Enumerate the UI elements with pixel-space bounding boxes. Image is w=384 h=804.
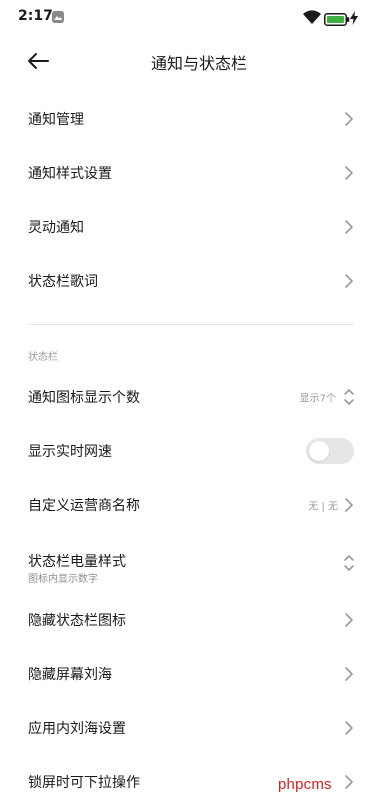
section-header: 状态栏 bbox=[28, 352, 58, 363]
page-title: 通知与状态栏 bbox=[150, 54, 247, 73]
chevron-right-icon bbox=[344, 720, 354, 736]
row-label: 状态栏电量样式 bbox=[28, 554, 126, 570]
chevron-up-down-icon bbox=[343, 553, 355, 573]
row-label: 锁屏时可下拉操作 bbox=[28, 775, 140, 791]
row-label: 通知管理 bbox=[28, 112, 84, 128]
row-label: 灵动通知 bbox=[28, 220, 84, 236]
row-dynamic-notification[interactable]: 灵动通知 bbox=[0, 200, 384, 254]
chevron-right-icon bbox=[344, 219, 354, 235]
row-label: 自定义运营商名称 bbox=[28, 498, 140, 514]
divider bbox=[28, 324, 354, 325]
row-label: 隐藏屏幕刘海 bbox=[28, 667, 112, 683]
row-realtime-network-speed: 显示实时网速 bbox=[0, 424, 384, 478]
row-battery-style[interactable]: 状态栏电量样式 图标内显示数字 bbox=[0, 536, 384, 590]
status-time: 2:17 bbox=[18, 8, 53, 24]
gallery-icon bbox=[52, 11, 64, 23]
realtime-speed-toggle[interactable] bbox=[306, 438, 354, 464]
row-label: 应用内刘海设置 bbox=[28, 721, 126, 737]
row-label: 通知样式设置 bbox=[28, 166, 112, 182]
row-notification-management[interactable]: 通知管理 bbox=[0, 92, 384, 146]
row-label: 显示实时网速 bbox=[28, 444, 112, 460]
toggle-knob bbox=[309, 441, 329, 461]
chevron-up-down-icon bbox=[343, 387, 355, 407]
row-in-app-notch[interactable]: 应用内刘海设置 bbox=[0, 701, 384, 755]
row-statusbar-lyrics[interactable]: 状态栏歌词 bbox=[0, 254, 384, 308]
row-value: 无 | 无 bbox=[308, 501, 338, 513]
row-label: 状态栏歌词 bbox=[28, 274, 98, 290]
chevron-right-icon bbox=[344, 497, 354, 513]
header: 通知与状态栏 bbox=[0, 36, 384, 88]
chevron-right-icon bbox=[344, 774, 354, 790]
charging-bolt-icon bbox=[350, 10, 358, 25]
row-hide-notch[interactable]: 隐藏屏幕刘海 bbox=[0, 647, 384, 701]
row-value: 显示7个 bbox=[299, 393, 336, 405]
row-custom-carrier-name[interactable]: 自定义运营商名称 无 | 无 bbox=[0, 478, 384, 532]
row-label: 隐藏状态栏图标 bbox=[28, 613, 126, 629]
chevron-right-icon bbox=[344, 612, 354, 628]
status-bar: 2:17 bbox=[0, 0, 384, 36]
settings-screen: 2:17 通知与状态栏 通知管理 通知样式设置 灵动通知 状态栏歌词 状态栏 通… bbox=[0, 0, 384, 804]
row-sublabel: 图标内显示数字 bbox=[28, 574, 98, 585]
watermark: phpcms bbox=[278, 776, 332, 793]
row-notification-style[interactable]: 通知样式设置 bbox=[0, 146, 384, 200]
row-notification-icon-count[interactable]: 通知图标显示个数 显示7个 bbox=[0, 370, 384, 424]
chevron-right-icon bbox=[344, 165, 354, 181]
wifi-icon bbox=[302, 10, 322, 25]
row-hide-statusbar-icons[interactable]: 隐藏状态栏图标 bbox=[0, 593, 384, 647]
row-label: 通知图标显示个数 bbox=[28, 390, 140, 406]
chevron-right-icon bbox=[344, 273, 354, 289]
chevron-right-icon bbox=[344, 666, 354, 682]
battery-icon bbox=[324, 11, 350, 26]
chevron-right-icon bbox=[344, 111, 354, 127]
